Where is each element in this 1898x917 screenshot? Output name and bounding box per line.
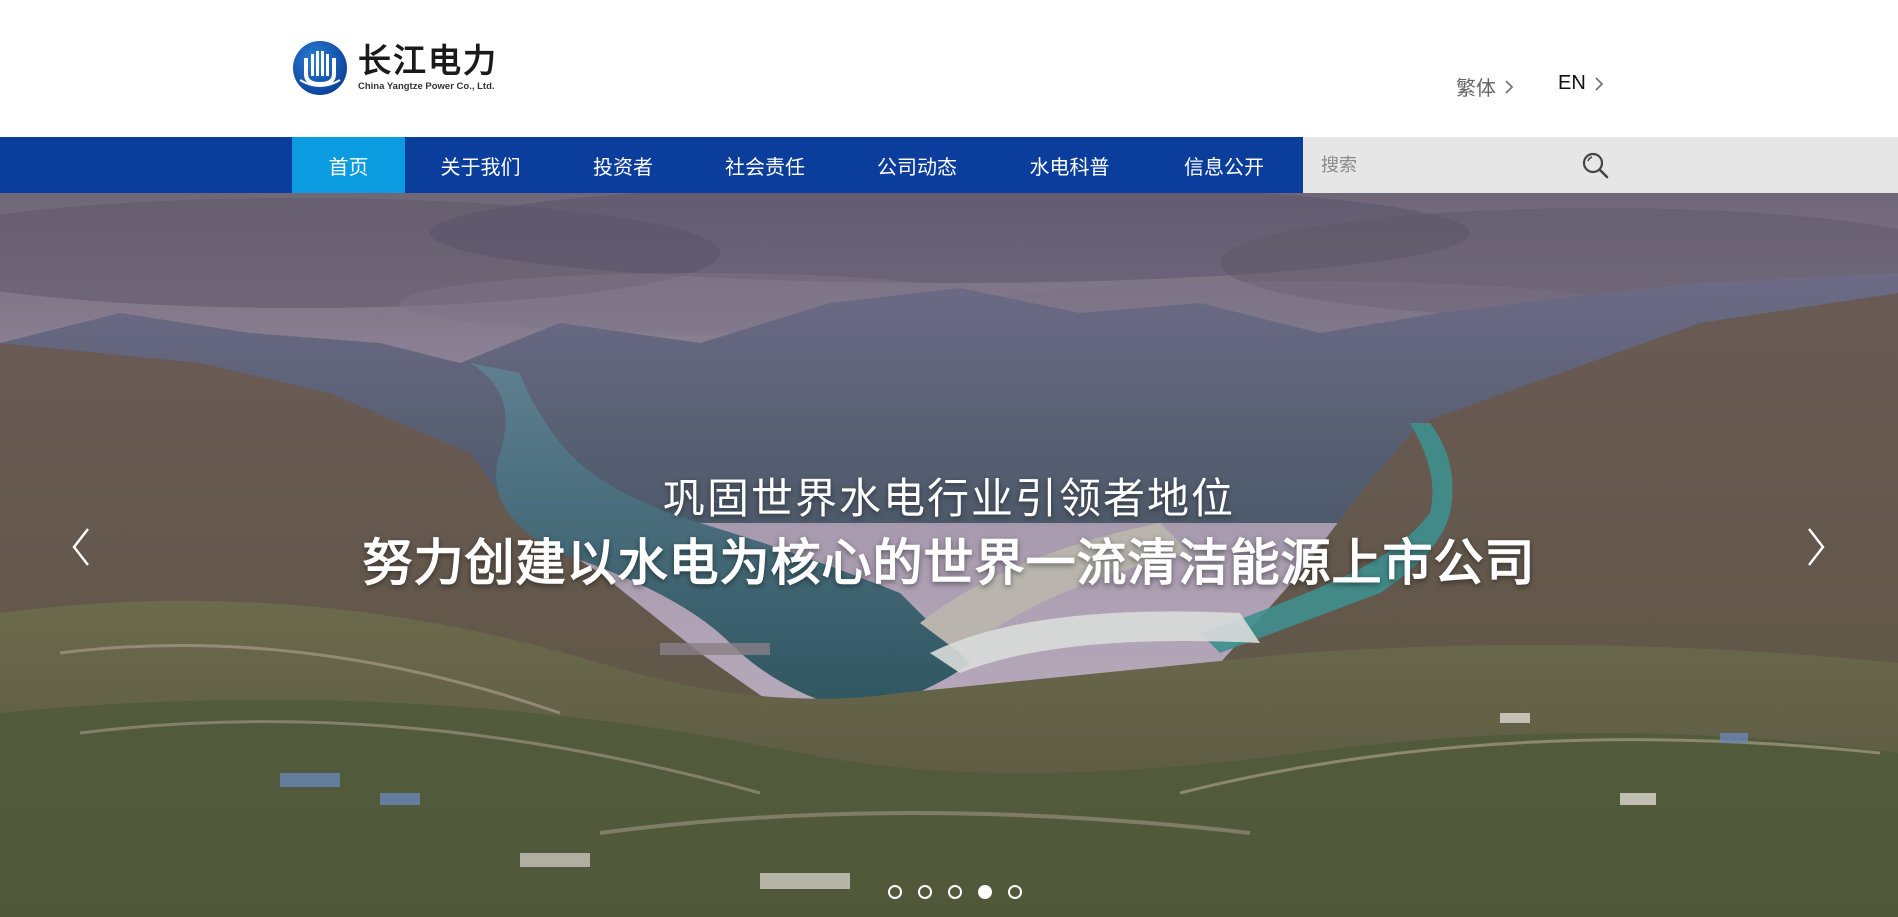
carousel-dot-2[interactable] bbox=[918, 885, 932, 899]
english-link[interactable]: EN bbox=[1558, 72, 1604, 95]
chevron-right-icon[interactable] bbox=[1801, 523, 1831, 571]
hero-carousel: 巩固世界水电行业引领者地位 努力创建以水电为核心的世界一流清洁能源上市公司 bbox=[0, 193, 1898, 917]
carousel-indicators bbox=[880, 885, 1030, 899]
nav-item-information-disclosure[interactable]: 信息公开 bbox=[1145, 137, 1303, 193]
logo-mark-icon bbox=[293, 41, 347, 95]
logo-chinese-name: 长江电力 bbox=[358, 41, 498, 80]
carousel-dot-1[interactable] bbox=[888, 885, 902, 899]
carousel-dot-5[interactable] bbox=[1008, 885, 1022, 899]
carousel-dot-3[interactable] bbox=[948, 885, 962, 899]
banner-slogan-line2: 努力创建以水电为核心的世界一流清洁能源上市公司 bbox=[362, 534, 1536, 592]
nav-item-home[interactable]: 首页 bbox=[292, 137, 405, 193]
carousel-dot-4[interactable] bbox=[978, 885, 992, 899]
nav-item-label: 信息公开 bbox=[1184, 154, 1264, 179]
nav-item-company-news[interactable]: 公司动态 bbox=[840, 137, 994, 193]
nav-item-hydropower-science[interactable]: 水电科普 bbox=[994, 137, 1145, 193]
nav-item-investors[interactable]: 投资者 bbox=[556, 137, 690, 193]
nav-item-label: 首页 bbox=[328, 154, 369, 179]
chevron-right-icon bbox=[1505, 79, 1514, 94]
nav-item-label: 水电科普 bbox=[1029, 154, 1110, 179]
english-label: EN bbox=[1558, 72, 1586, 94]
main-navbar: 首页 关于我们 投资者 社会责任 公司动态 水电科普 信息公开 bbox=[0, 137, 1898, 193]
search-input[interactable] bbox=[1319, 153, 1563, 177]
logo-text: 长江电力 China Yangtze Power Co., Ltd. bbox=[358, 43, 498, 93]
search-box bbox=[1303, 137, 1898, 193]
traditional-chinese-label: 繁体 bbox=[1456, 78, 1496, 100]
nav-item-label: 关于我们 bbox=[440, 154, 521, 179]
chevron-right-icon bbox=[1595, 76, 1604, 91]
nav-item-label: 社会责任 bbox=[725, 154, 805, 179]
chevron-left-icon[interactable] bbox=[66, 523, 96, 571]
logo[interactable]: 长江电力 China Yangtze Power Co., Ltd. bbox=[292, 40, 498, 96]
logo-english-name: China Yangtze Power Co., Ltd. bbox=[358, 81, 495, 92]
site-header: 长江电力 China Yangtze Power Co., Ltd. 繁体 EN bbox=[0, 0, 1898, 137]
search-icon[interactable] bbox=[1579, 149, 1611, 181]
nav-item-label: 投资者 bbox=[593, 154, 653, 179]
nav-item-social-responsibility[interactable]: 社会责任 bbox=[690, 137, 840, 193]
nav-item-label: 公司动态 bbox=[877, 154, 957, 179]
banner-slogan-line1: 巩固世界水电行业引领者地位 bbox=[662, 474, 1235, 523]
traditional-chinese-link[interactable]: 繁体 bbox=[1456, 72, 1514, 101]
nav-item-about-us[interactable]: 关于我们 bbox=[405, 137, 556, 193]
main-nav: 首页 关于我们 投资者 社会责任 公司动态 水电科普 信息公开 bbox=[292, 137, 1303, 193]
